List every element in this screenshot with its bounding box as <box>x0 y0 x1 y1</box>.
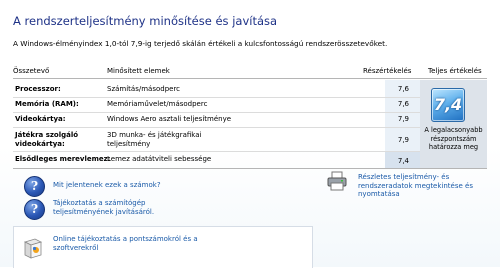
row-desc-hard-disk: Lemez adatátviteli sebessége <box>107 155 212 163</box>
row-label-processor: Processzor: <box>15 85 61 93</box>
printer-icon <box>327 171 347 191</box>
page-subtitle: A Windows-élményindex 1,0-tól 7,9-ig ter… <box>13 39 388 48</box>
row-divider <box>13 151 420 152</box>
row-label-graphics: Videokártya: <box>15 115 66 123</box>
row-divider <box>13 112 420 113</box>
column-header-base: Teljes értékelés <box>428 67 482 75</box>
link-meaning[interactable]: Mit jelentenek ezek a számok? <box>53 181 203 190</box>
row-score-memory: 7,6 <box>397 100 409 108</box>
link-print-details[interactable]: Részletes teljesítmény- és rendszeradato… <box>358 173 498 199</box>
column-header-rated: Minősített elemek <box>107 67 170 75</box>
row-desc-memory: Memóriaművelet/másodperc <box>107 100 208 108</box>
row-label-gaming-graphics: Játékra szolgáló videokártya: <box>15 131 79 148</box>
row-desc-graphics: Windows Aero asztali teljesítménye <box>107 115 232 123</box>
row-score-graphics: 7,9 <box>397 115 409 123</box>
row-divider <box>13 97 420 98</box>
table-bottom-divider <box>13 168 487 169</box>
window-body: A rendszerteljesítmény minősítése és jav… <box>0 0 500 268</box>
row-label-hard-disk: Elsődleges merevlemez: <box>15 155 111 163</box>
link-online-info[interactable]: Online tájékoztatás a pontszámokról és a… <box>53 235 203 252</box>
base-score-caption: A legalacsonyabb részpontszám határozza … <box>424 126 483 152</box>
row-score-hard-disk: 7,4 <box>397 157 409 165</box>
page-title: A rendszerteljesítmény minősítése és jav… <box>13 14 278 28</box>
link-performance-tips[interactable]: Tájékoztatás a számítógép teljesítményén… <box>53 199 193 216</box>
row-score-gaming-graphics: 7,9 <box>397 136 409 144</box>
header-divider <box>13 78 487 79</box>
software-box-icon <box>23 238 43 259</box>
row-score-processor: 7,6 <box>397 85 409 93</box>
row-desc-processor: Számítás/másodperc <box>107 85 181 93</box>
help-icon: ? <box>24 199 45 220</box>
row-desc-gaming-graphics: 3D munka- és játékgrafikai teljesítmény <box>107 131 202 148</box>
column-header-component: Összetevő <box>13 67 50 75</box>
row-label-memory: Memória (RAM): <box>15 100 79 108</box>
base-score-badge: 7,4 <box>431 88 465 122</box>
help-icon: ? <box>24 176 45 197</box>
row-divider <box>13 127 420 128</box>
column-header-subscore: Részértékelés <box>363 67 412 75</box>
